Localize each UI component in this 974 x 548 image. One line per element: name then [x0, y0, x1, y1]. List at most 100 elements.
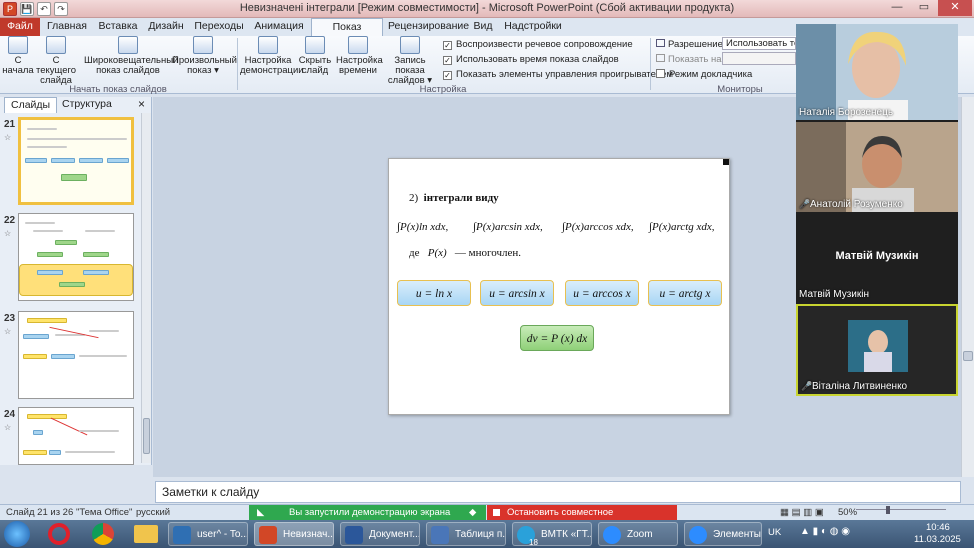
formula-dv[interactable]: dv = P (x) dx	[520, 325, 594, 351]
start-button[interactable]	[4, 521, 30, 547]
language-indicator[interactable]: русский	[136, 507, 170, 518]
tab-slides[interactable]: Слайды	[4, 97, 58, 113]
app-icon	[431, 526, 449, 544]
badge: 18	[529, 538, 538, 546]
tab-file[interactable]: Файл	[0, 18, 40, 36]
animation-star-icon: ☆	[4, 133, 12, 142]
show-on-label: Показать на:	[656, 54, 724, 65]
participant-video-1	[796, 24, 958, 120]
tab-home[interactable]: Главная	[44, 18, 90, 36]
maximize-button[interactable]: ▭	[911, 0, 937, 16]
tab-animation[interactable]: Анимация	[251, 18, 307, 36]
taskbar-item[interactable]: Таблиця п...	[426, 522, 506, 546]
zoom-icon	[603, 526, 621, 544]
custom-show-button[interactable]: Произвольный показ ▾	[172, 36, 237, 76]
minimize-button[interactable]: —	[884, 0, 910, 16]
slide-counter: Слайд 21 из 26	[6, 507, 74, 518]
resize-handle[interactable]	[723, 159, 729, 165]
notes-pane[interactable]: Заметки к слайду	[155, 481, 961, 503]
video-tile-4[interactable]: 🎤Віталіна Литвиненко	[796, 304, 958, 396]
resolution-select[interactable]: Использовать текущ	[722, 37, 796, 50]
from-beginning-button[interactable]: С начала	[2, 36, 34, 76]
taskbar-item-zoom-controls[interactable]: Элементы...	[684, 522, 762, 546]
stop-icon	[493, 509, 500, 516]
show-on-select[interactable]	[722, 52, 796, 65]
formula-u-arctg[interactable]: u = arctg x	[648, 280, 722, 306]
show-media-controls-checkbox[interactable]: ✓ Показать элементы управления проигрыват…	[443, 69, 673, 80]
screen-share-banner: ◣ ◆ Вы запустили демонстрацию экрана	[249, 505, 486, 521]
slide-thumbnail-24[interactable]	[18, 407, 134, 465]
broadcast-icon	[118, 36, 138, 54]
use-timings-checkbox[interactable]: ✓ Использовать время показа слайдов	[443, 54, 619, 65]
tab-transitions[interactable]: Переходы	[193, 18, 245, 36]
explorer-icon[interactable]	[134, 525, 158, 543]
resolution-label: Разрешение:	[656, 39, 726, 50]
hide-slide-button[interactable]: Скрыть слайд	[298, 36, 332, 76]
tab-view[interactable]: Вид	[471, 18, 495, 36]
presenter-view-checkbox[interactable]: Режим докладчика	[656, 69, 752, 80]
clock-time[interactable]: 10:46	[926, 522, 950, 533]
where-line: де P(x) — многочлен.	[409, 247, 522, 259]
custom-show-icon	[193, 36, 213, 54]
opera-icon[interactable]	[48, 523, 70, 545]
hide-slide-icon	[305, 36, 325, 54]
tab-slideshow[interactable]: Показ слайдов	[311, 18, 383, 50]
current-slide[interactable]: 2) інтеграли виду ∫P(x)ln xdx, ∫P(x)arcs…	[388, 158, 730, 415]
zoom-icon	[689, 526, 707, 544]
word-icon	[345, 526, 363, 544]
keyboard-language[interactable]: UK	[768, 527, 781, 538]
group-separator	[650, 38, 651, 90]
tab-review[interactable]: Рецензирование	[388, 18, 469, 36]
tray-icons[interactable]: ▲ ▮ ◐ ◍ ◉	[800, 526, 850, 537]
clock-date[interactable]: 11.03.2025	[914, 534, 961, 545]
taskbar-item-zoom[interactable]: Zoom	[598, 522, 678, 546]
formula-u-ln[interactable]: u = ln x	[397, 280, 471, 306]
chrome-icon[interactable]	[92, 523, 114, 545]
stop-share-button[interactable]: Остановить совместное использование	[487, 505, 677, 533]
app-icon	[173, 526, 191, 544]
formula-u-arccos[interactable]: u = arccos x	[565, 280, 639, 306]
windows-taskbar: user^ - To... Невизнач... Документ... Та…	[0, 520, 974, 548]
taskbar-item[interactable]: user^ - To...	[168, 522, 248, 546]
tab-design[interactable]: Дизайн	[146, 18, 186, 36]
close-panel-icon[interactable]: ×	[138, 97, 145, 111]
group-label-start: Начать показ слайдов	[69, 84, 167, 95]
powerpoint-icon	[259, 526, 277, 544]
window-title: Невизначені інтеграли [Режим совместимос…	[239, 2, 735, 14]
muted-mic-icon: 🎤	[799, 199, 811, 209]
title-bar: P 💾 ↶ ↷ Невизначені інтеграли [Режим сов…	[0, 0, 974, 18]
monitor-icon	[656, 54, 665, 62]
status-bar: Слайд 21 из 26 "Тема Office" русский ◣ ◆…	[0, 504, 974, 533]
setup-show-button[interactable]: Настройка демонстрации	[240, 36, 304, 76]
slide-thumbnail-22[interactable]	[18, 213, 134, 301]
zoom-video-panel: Наталія Борозенець 🎤Анатолій Розуменко М…	[796, 24, 958, 396]
video-tile-3[interactable]: Матвій Музикін Матвій Музикін	[796, 214, 958, 302]
animation-star-icon: ☆	[4, 423, 12, 432]
zoom-slider[interactable]	[856, 506, 946, 515]
theme-name: "Тема Office"	[76, 507, 133, 518]
taskbar-item-word[interactable]: Документ...	[340, 522, 420, 546]
tab-outline[interactable]: Структура	[56, 97, 118, 113]
zoom-level[interactable]: 50%	[838, 507, 857, 518]
view-buttons[interactable]: ▦ ▤ ▥ ▣	[780, 507, 824, 518]
integral-arcsin: ∫P(x)arcsin xdx,	[473, 221, 543, 233]
rehearse-timings-button[interactable]: Настройка времени	[336, 36, 383, 76]
video-tile-2[interactable]: 🎤Анатолій Розуменко	[796, 122, 958, 212]
main-scrollbar[interactable]	[961, 97, 974, 477]
slide-thumbnail-23[interactable]	[18, 311, 134, 399]
taskbar-item-telegram[interactable]: 18 ВМТК «ГТ...	[512, 522, 592, 546]
record-icon	[400, 36, 420, 54]
broadcast-slideshow-button[interactable]: Широковещательный показ слайдов	[84, 36, 178, 76]
from-current-slide-button[interactable]: С текущего слайда	[34, 36, 78, 86]
tab-insert[interactable]: Вставка	[96, 18, 140, 36]
play-narrations-checkbox[interactable]: ✓ Воспроизвести речевое сопровождение	[443, 39, 633, 50]
formula-u-arcsin[interactable]: u = arcsin x	[480, 280, 554, 306]
muted-mic-icon: 🎤	[801, 381, 813, 391]
tab-addins[interactable]: Надстройки	[503, 18, 563, 36]
slide-thumbnail-21[interactable]	[18, 117, 134, 205]
close-button[interactable]: ✕	[938, 0, 972, 16]
video-tile-1[interactable]: Наталія Борозенець	[796, 24, 958, 120]
slides-panel-scrollbar[interactable]	[141, 113, 151, 463]
taskbar-item-powerpoint[interactable]: Невизнач...	[254, 522, 334, 546]
record-slideshow-button[interactable]: Запись показа слайдов ▾	[380, 36, 440, 86]
